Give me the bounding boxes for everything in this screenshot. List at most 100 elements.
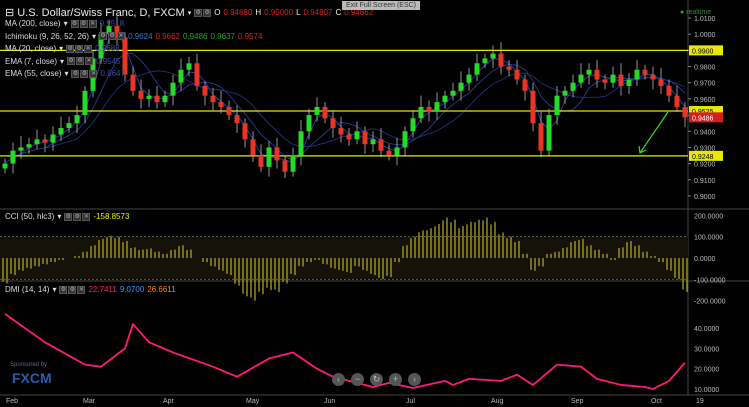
sponsor-text: Sponsored by	[10, 362, 48, 368]
settings-icon[interactable]: ⚙	[99, 32, 108, 40]
settings-icon[interactable]: ⚙	[76, 57, 85, 65]
candle-down	[154, 95, 160, 103]
indicator-label[interactable]: MA (200, close)	[5, 19, 61, 28]
settings-icon[interactable]: ⚙	[71, 69, 80, 78]
open-label: O	[214, 8, 221, 17]
dmi-minus-value: 9.0700	[119, 285, 145, 294]
candle-down	[642, 69, 648, 75]
chevron-down-icon[interactable]: ▾	[59, 44, 63, 53]
reset-button[interactable]: ↻	[370, 373, 383, 386]
indicator-value: 0.9486	[183, 31, 208, 41]
candle-down	[130, 74, 136, 91]
close-icon[interactable]: ✕	[88, 19, 97, 28]
cci-label[interactable]: CCI (50, hlc3)	[5, 212, 54, 221]
settings-icon[interactable]: ⚙	[64, 212, 73, 221]
settings-icon[interactable]: ⚙	[59, 285, 68, 294]
indicator-value: 0.9624	[128, 31, 153, 41]
candle-up	[2, 163, 8, 169]
indicator-label[interactable]: MA (20, close)	[5, 44, 56, 53]
candle-up	[34, 139, 40, 145]
settings-icon[interactable]: ⚙	[203, 8, 212, 17]
candle-up	[482, 58, 488, 64]
settings-icon[interactable]: ⚙	[73, 212, 82, 221]
candle-up	[170, 82, 176, 96]
candle-up	[586, 69, 592, 75]
scroll-left-button[interactable]: ‹	[332, 373, 345, 386]
price-tick-label: 0.9600	[694, 97, 716, 104]
candle-up	[402, 131, 408, 148]
settings-icon[interactable]: ⚙	[68, 285, 77, 294]
cci-tick-label: -100.0000	[694, 277, 726, 284]
exit-fullscreen-button[interactable]: Exit Full Screen (ESC)	[342, 1, 421, 10]
close-icon[interactable]: ✕	[77, 285, 86, 294]
candle-up	[26, 144, 32, 148]
chevron-down-icon[interactable]: ▾	[188, 9, 192, 17]
chevron-down-icon[interactable]: ▾	[64, 69, 68, 78]
chevron-down-icon[interactable]: ▾	[64, 19, 68, 28]
indicator-value: 0.9647	[100, 69, 125, 78]
scroll-right-button[interactable]: ›	[408, 373, 421, 386]
candle-down	[322, 106, 328, 119]
candle-down	[250, 139, 256, 156]
dmi-header: DMI (14, 14) ▾ ⚙ ⚙ ✕ 22.7411 9.0700 26.6611	[5, 285, 176, 294]
indicator-label[interactable]: Ichimoku (9, 26, 52, 26)	[5, 32, 89, 41]
settings-icon[interactable]: ⚙	[108, 32, 117, 40]
close-icon[interactable]: ✕	[84, 44, 93, 53]
candle-up	[562, 90, 568, 96]
candle-down	[42, 139, 48, 143]
candle-up	[410, 118, 416, 132]
candle-down	[330, 118, 336, 129]
candle-down	[378, 139, 384, 151]
indicator-label[interactable]: EMA (55, close)	[5, 69, 61, 78]
candle-up	[578, 74, 584, 83]
candle-down	[522, 79, 528, 91]
candle-up	[634, 69, 640, 80]
open-value: 0.94880	[223, 8, 253, 17]
close-icon[interactable]: ✕	[82, 212, 91, 221]
x-axis-label: Jul	[406, 398, 415, 405]
indicator-row: Ichimoku (9, 26, 52, 26) ▾ ⚙ ⚙ ✕ 0.9624 0.9662…	[5, 32, 262, 41]
candle-up	[298, 131, 304, 156]
chart-window[interactable]: 1.0100 1.0000 0.9900 0.9800 0.9700 0.9600 0.95…	[0, 0, 749, 407]
candle-down	[618, 74, 624, 86]
level-label: 0.9248	[692, 154, 714, 161]
zoom-in-button[interactable]: +	[389, 373, 402, 386]
close-icon[interactable]: ✕	[85, 57, 94, 65]
chevron-down-icon[interactable]: ▾	[52, 285, 56, 294]
x-axis-label: Apr	[163, 398, 175, 405]
indicator-row: MA (200, close) ▾ ⚙ ⚙ ✕ 0.9518	[5, 19, 124, 28]
candle-up	[354, 131, 360, 140]
settings-icon[interactable]: ⚙	[75, 44, 84, 53]
candle-up	[186, 63, 192, 70]
price-tick-label: 0.9400	[694, 129, 716, 136]
settings-icon[interactable]: ⚙	[66, 44, 75, 53]
price-tick-label: 1.0000	[694, 32, 716, 39]
indicator-label[interactable]: EMA (7, close)	[5, 57, 57, 66]
settings-icon[interactable]: ⚙	[67, 57, 76, 65]
chevron-down-icon[interactable]: ▾	[60, 57, 64, 66]
candle-up	[370, 139, 376, 145]
candle-down	[506, 66, 512, 70]
settings-icon[interactable]: ⚙	[194, 8, 203, 17]
candle-down	[338, 128, 344, 135]
dmi-label[interactable]: DMI (14, 14)	[5, 285, 49, 294]
close-icon[interactable]: ✕	[89, 69, 98, 78]
candle-up	[554, 95, 560, 116]
cci-value: -158.8573	[93, 212, 130, 221]
chevron-down-icon[interactable]: ▾	[57, 212, 61, 221]
chevron-down-icon[interactable]: ▾	[92, 32, 96, 41]
candle-up	[74, 115, 80, 124]
dmi-adx-value: 22.7411	[88, 285, 117, 294]
dmi-tick-label: 20.0000	[694, 367, 719, 374]
settings-icon[interactable]: ⚙	[80, 69, 89, 78]
candle-up	[450, 90, 456, 96]
candle-down	[242, 123, 248, 140]
settings-icon[interactable]: ⚙	[70, 19, 79, 28]
fxcm-logo[interactable]: FXCM	[12, 370, 52, 386]
dmi-tick-label: 10.0000	[694, 387, 719, 394]
collapse-icon[interactable]: ⊟	[5, 6, 14, 19]
symbol-title[interactable]: U.S. Dollar/Swiss Franc, D, FXCM	[17, 7, 184, 19]
close-icon[interactable]: ✕	[117, 32, 126, 40]
zoom-out-button[interactable]: −	[351, 373, 364, 386]
settings-icon[interactable]: ⚙	[79, 19, 88, 28]
